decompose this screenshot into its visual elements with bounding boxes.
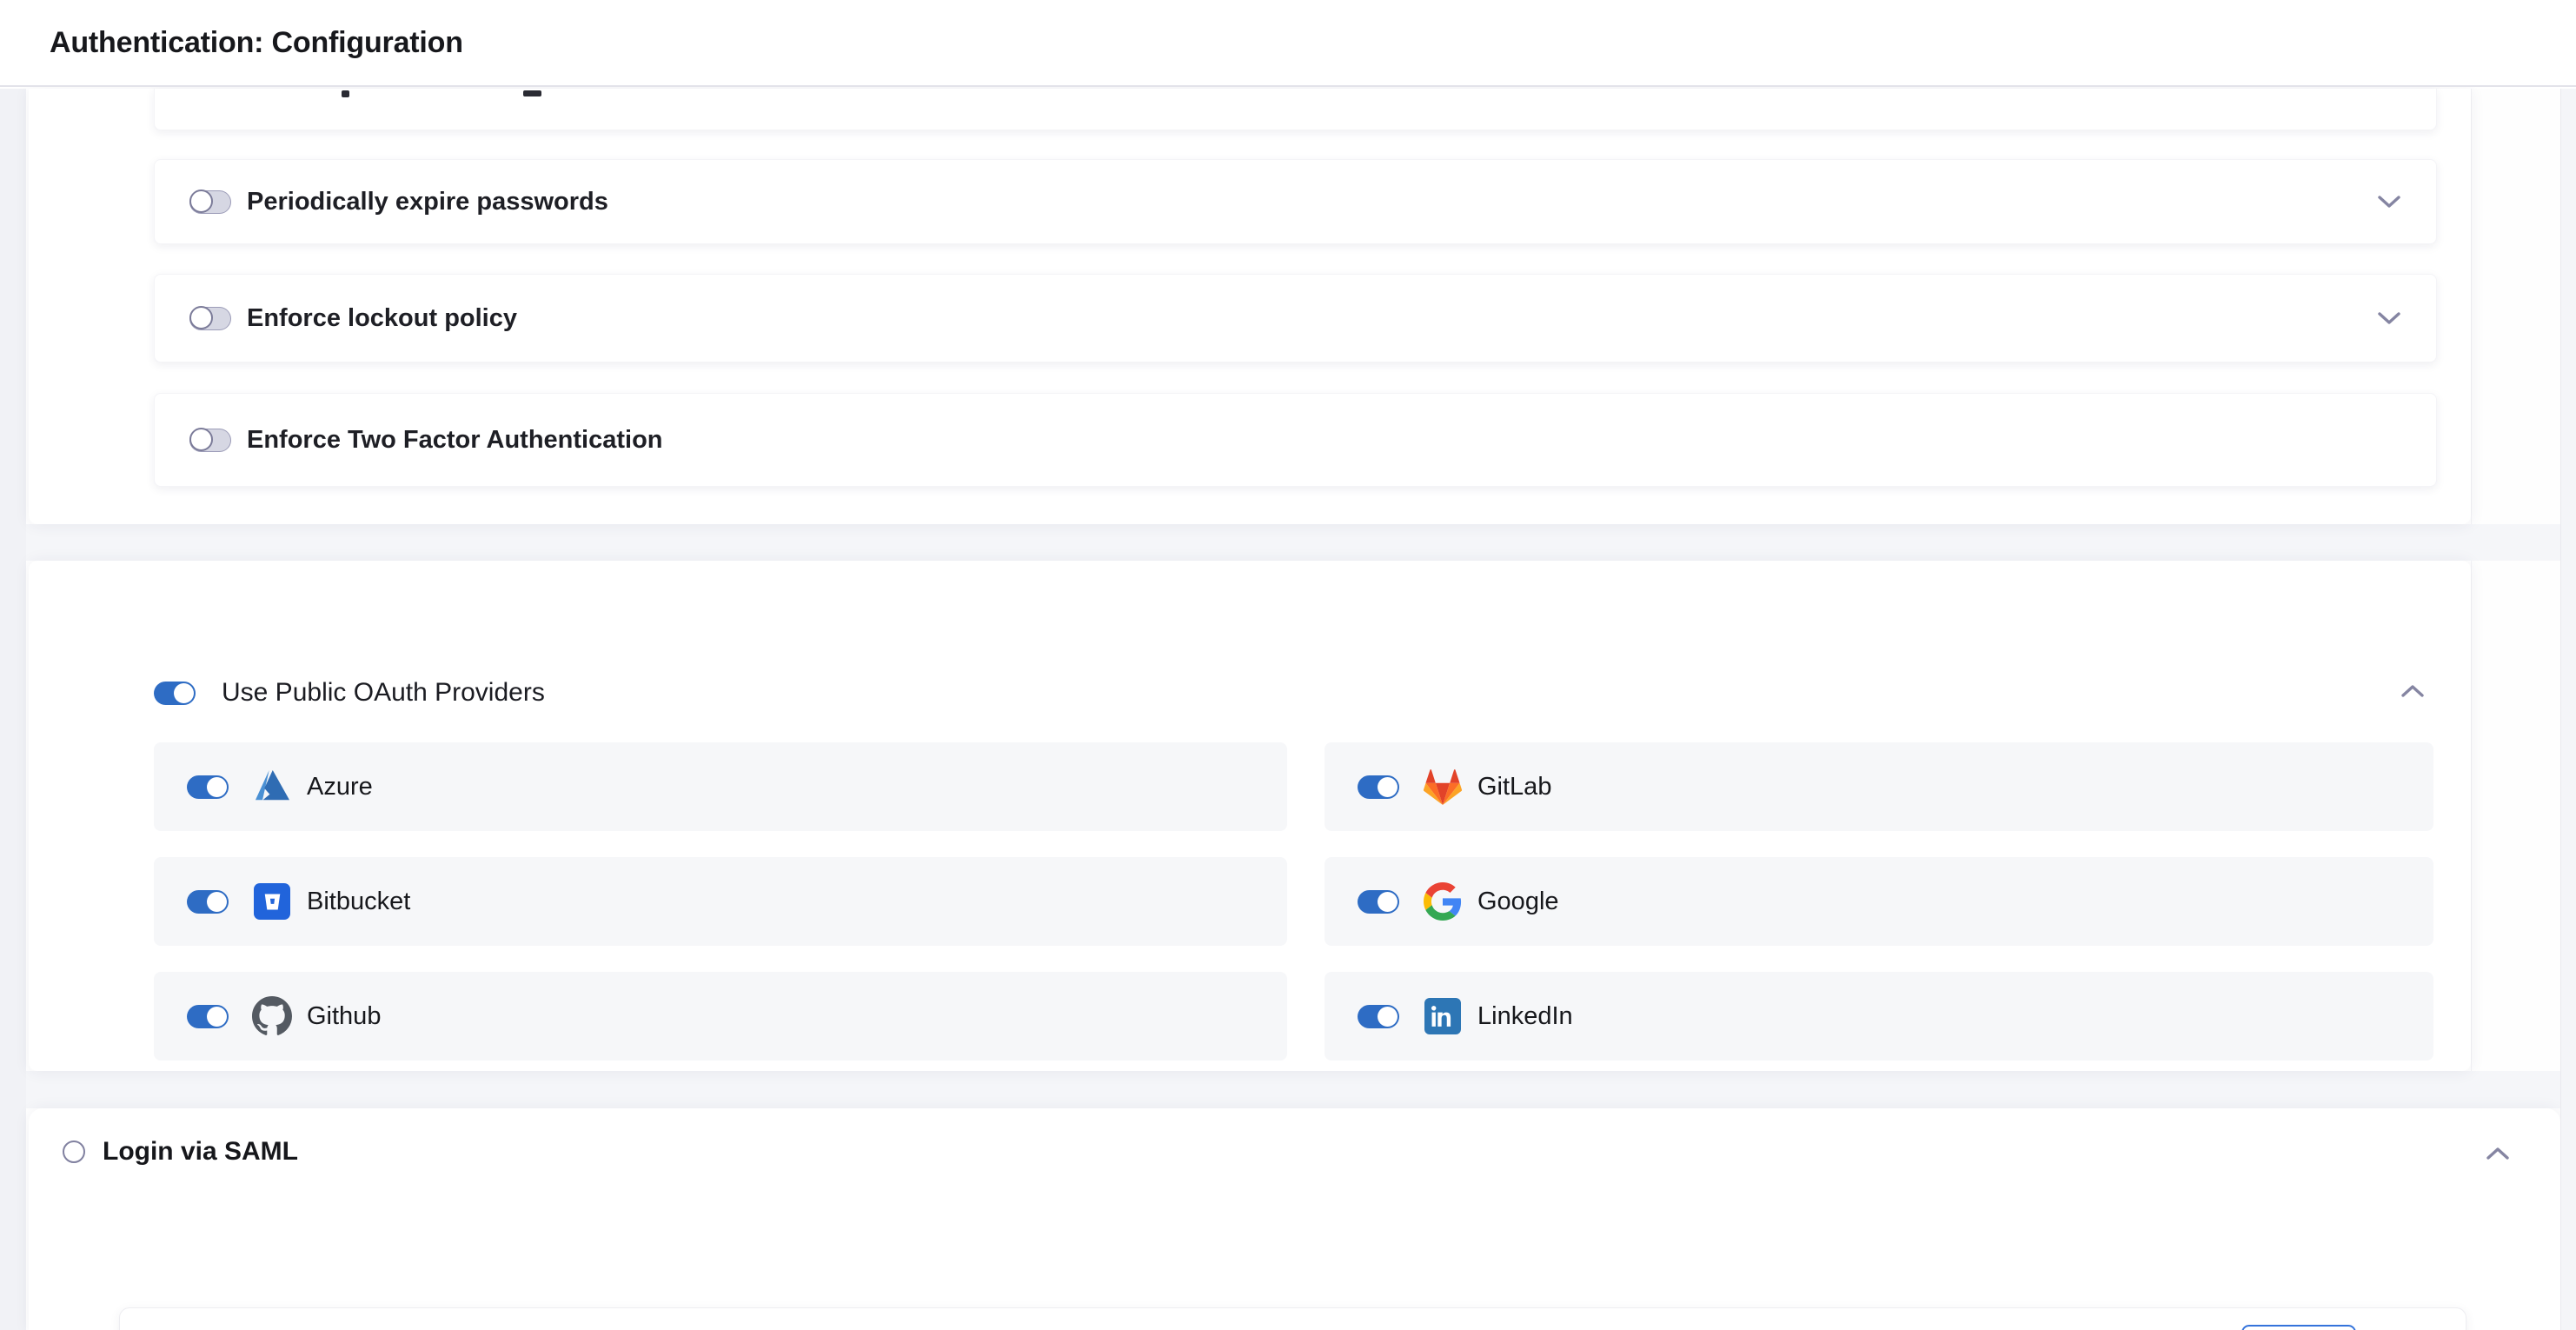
google-toggle[interactable]	[1358, 890, 1399, 914]
clipped-text-fragment	[523, 90, 541, 96]
bitbucket-icon	[251, 881, 293, 922]
bitbucket-row: Bitbucket	[154, 857, 1287, 946]
saml-heading: Login via SAML	[63, 1137, 298, 1167]
github-row: Github	[154, 972, 1287, 1061]
provider-label: Azure	[307, 773, 373, 801]
provider-label: Github	[307, 1002, 381, 1031]
github-icon	[251, 995, 293, 1037]
clipped-setting-row[interactable]	[154, 89, 2437, 130]
two-factor-row[interactable]: Enforce Two Factor Authentication	[154, 393, 2437, 487]
chevron-up-icon[interactable]	[2486, 1147, 2510, 1160]
expire-passwords-row[interactable]: Periodically expire passwords	[154, 159, 2437, 244]
saml-card: Login via SAML OktaExample Authorization…	[29, 1108, 2560, 1330]
toggle-knob	[207, 1007, 227, 1027]
main-content: Periodically expire passwords Enforce lo…	[0, 89, 2576, 1330]
chevron-up-icon[interactable]	[2400, 684, 2425, 698]
provider-label: Bitbucket	[307, 888, 410, 916]
scrollbar[interactable]	[2560, 89, 2576, 1330]
provider-label: GitLab	[1477, 773, 1551, 801]
toggle-knob	[189, 190, 213, 213]
toggle-knob	[1378, 777, 1398, 797]
google-row: Google	[1325, 857, 2433, 946]
gitlab-row: GitLab	[1325, 742, 2433, 831]
oauth-providers-card: Use Public OAuth Providers Azure	[29, 561, 2471, 1071]
provider-label: Google	[1477, 888, 1559, 916]
chevron-down-icon[interactable]	[2377, 311, 2401, 325]
admin-settings-screen: Authentication: Configuration Periodical…	[0, 0, 2576, 1330]
azure-toggle[interactable]	[187, 775, 229, 799]
two-factor-toggle[interactable]	[189, 429, 231, 452]
page-title: Authentication: Configuration	[50, 26, 463, 60]
oauth-master-toggle[interactable]	[154, 682, 196, 705]
lockout-policy-toggle[interactable]	[189, 307, 231, 330]
gitlab-icon	[1422, 766, 1464, 808]
toggle-knob	[189, 428, 213, 451]
test-button[interactable]: Test	[2241, 1325, 2356, 1330]
toggle-knob	[1378, 892, 1398, 912]
clipped-text-fragment	[342, 90, 349, 97]
bitbucket-toggle[interactable]	[187, 890, 229, 914]
linkedin-toggle[interactable]	[1358, 1005, 1399, 1028]
saml-heading-label: Login via SAML	[103, 1137, 298, 1167]
chevron-down-icon[interactable]	[2377, 195, 2401, 209]
azure-icon	[251, 766, 293, 808]
gitlab-toggle[interactable]	[1358, 775, 1399, 799]
saml-radio[interactable]	[63, 1140, 85, 1163]
section-gap	[0, 1071, 2560, 1108]
login-via-password-card: Periodically expire passwords Enforce lo…	[29, 89, 2471, 524]
oauth-heading-label: Use Public OAuth Providers	[222, 678, 545, 708]
section-gap	[0, 524, 2560, 561]
provider-grid: Azure G	[154, 742, 2433, 1061]
two-factor-label: Enforce Two Factor Authentication	[247, 426, 663, 455]
toggle-knob	[1378, 1007, 1398, 1027]
lockout-policy-label: Enforce lockout policy	[247, 304, 517, 333]
page-header: Authentication: Configuration	[0, 0, 2576, 87]
expire-passwords-toggle[interactable]	[189, 190, 231, 214]
expire-passwords-label: Periodically expire passwords	[247, 188, 608, 216]
azure-row: Azure	[154, 742, 1287, 831]
lockout-policy-row[interactable]: Enforce lockout policy	[154, 274, 2437, 362]
toggle-knob	[207, 892, 227, 912]
toggle-knob	[189, 306, 213, 329]
okta-connection-row[interactable]: OktaExample Authorization not enabled Te…	[119, 1307, 2466, 1330]
toggle-knob	[174, 683, 194, 703]
github-toggle[interactable]	[187, 1005, 229, 1028]
provider-label: LinkedIn	[1477, 1002, 1573, 1031]
linkedin-row: LinkedIn	[1325, 972, 2433, 1061]
oauth-heading: Use Public OAuth Providers	[154, 678, 545, 708]
google-icon	[1422, 881, 1464, 922]
sidebar-edge	[0, 89, 26, 1330]
linkedin-icon	[1422, 995, 1464, 1037]
toggle-knob	[207, 777, 227, 797]
